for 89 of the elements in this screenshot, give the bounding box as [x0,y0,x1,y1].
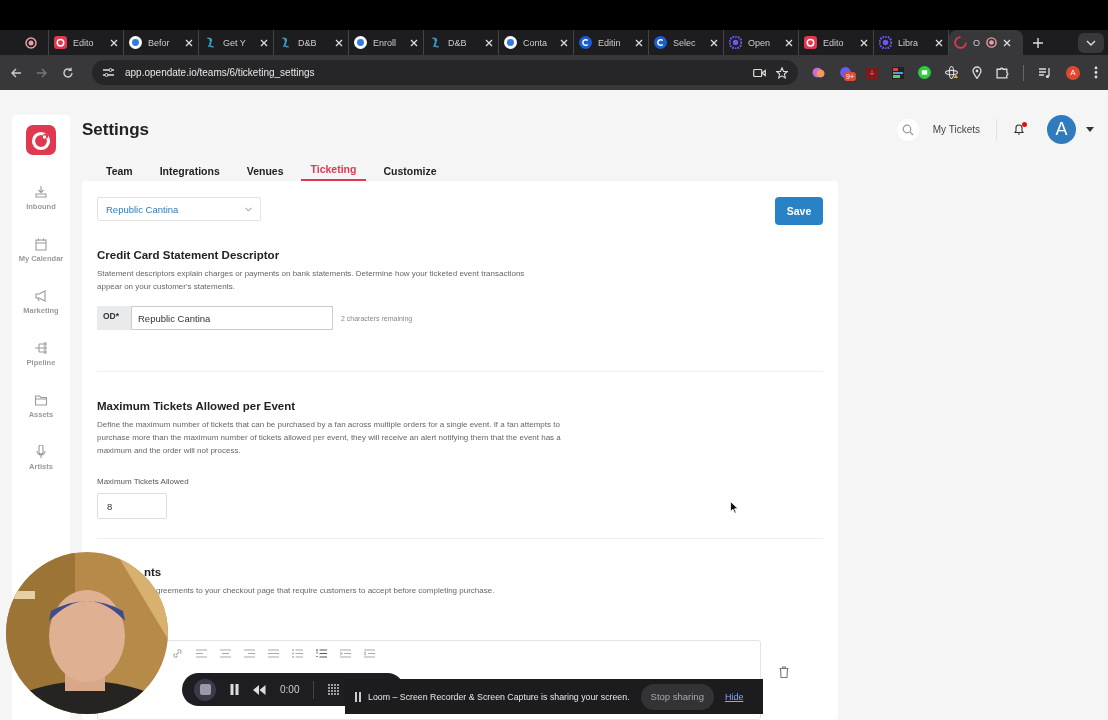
folder-icon [34,393,48,407]
extension-icon[interactable] [918,66,931,79]
c-circle-icon [579,36,592,49]
close-icon[interactable] [560,38,568,47]
camera-icon[interactable] [753,67,766,78]
pointer-icon [730,501,739,514]
settings-tab[interactable]: Venues [236,160,294,181]
new-tab-icon[interactable] [1033,37,1043,48]
max-tickets-field[interactable]: 8 [97,493,167,519]
grid-icon[interactable] [328,684,340,695]
section-description: greements to your checkout page that require customers to accept before completing purchase. [156,585,496,597]
stop-sharing-button[interactable]: Stop sharing [640,683,714,710]
url-text: app.opendate.io/teams/6/ticketing_settings [125,67,315,78]
tab-search-button[interactable] [1078,32,1104,53]
profile-avatar[interactable]: A [1066,65,1080,80]
reload-icon[interactable] [62,66,74,79]
my-tickets-link[interactable]: My Tickets [932,124,980,135]
field-label: Maximum Tickets Allowed [97,477,189,486]
field-prefix: OD* [97,306,131,330]
stop-button[interactable] [194,678,216,701]
close-icon[interactable] [935,38,943,47]
page-title: Settings [82,119,150,140]
close-icon[interactable] [185,38,193,47]
loading-icon [954,36,967,49]
music-list-icon[interactable] [1038,66,1052,79]
more-icon[interactable] [1094,66,1098,79]
pipeline-icon [34,341,48,355]
bell-icon [1013,123,1025,136]
c-circle-icon [654,36,667,49]
logo-icon [804,36,817,49]
section-description: Statement descriptors explain charges or payments on bank statements. Determine how your ticketed event transactions appear on your customer's statements. [97,268,526,293]
calendar-icon [34,237,48,251]
site-settings-icon[interactable] [102,67,115,78]
forward-icon[interactable] [36,66,48,79]
search-button[interactable] [896,118,919,141]
location-pin-icon[interactable] [972,66,982,79]
close-icon[interactable] [785,38,793,47]
save-button[interactable]: Save [775,197,823,225]
close-icon[interactable] [485,38,493,47]
globe-icon [504,36,517,49]
section-heading: nts [144,566,162,578]
puzzle-icon[interactable] [996,66,1009,79]
caret-icon[interactable] [1086,127,1094,132]
hide-link[interactable]: Hide [724,691,744,702]
pause-icon [355,691,361,702]
back-icon[interactable] [10,66,22,79]
chevron-down-icon [1086,39,1096,46]
globe-icon [129,36,142,49]
extension-icon[interactable] [812,66,825,79]
record-icon [25,36,37,49]
close-icon[interactable] [260,38,268,47]
close-icon[interactable] [860,38,868,47]
record-icon [986,37,997,48]
section-description: Define the maximum number of tickets that can be purchased by a fan across multiple orders for a single event. If a fan attempts to purchase more than the maximum number of tickets allowed per event, they will receive an alert notifying them that the event has a maximum and the order will not process. [97,419,562,457]
sharing-message: Loom – Screen Recorder & Screen Capture is sharing your screen. [368,691,630,702]
settings-tab[interactable]: Integrations [149,160,230,181]
chevron-down-icon [245,206,252,212]
mic-icon [34,445,48,459]
venue-select[interactable]: Republic Cantina [97,197,261,221]
inbound-icon [34,185,48,199]
settings-tab[interactable]: Customize [373,160,447,181]
address-bar[interactable]: app.opendate.io/teams/6/ticketing_settings [92,60,798,85]
numbered-list-icon[interactable] [316,649,327,658]
star-icon[interactable] [776,66,788,79]
close-icon[interactable] [110,38,118,47]
section-heading: Maximum Tickets Allowed per Event [97,400,296,412]
rewind-icon[interactable] [253,684,266,695]
recording-time: 0:00 [280,684,300,695]
extension-icon[interactable] [892,66,904,79]
close-icon[interactable] [1003,38,1011,47]
close-icon[interactable] [410,38,418,47]
flower-icon [879,36,892,49]
logo-icon[interactable] [26,125,56,155]
flower-icon [729,36,742,49]
close-icon[interactable] [635,38,643,47]
globe-icon [354,36,367,49]
pause-icon[interactable] [230,684,239,695]
search-icon [901,123,914,136]
browser-tab[interactable]: O [949,30,1023,55]
settings-tab[interactable]: Team [96,160,143,181]
close-icon[interactable] [710,38,718,47]
logo-icon [54,36,67,49]
notifications-button[interactable] [1013,123,1025,136]
close-icon[interactable] [335,38,343,47]
section-heading: Credit Card Statement Descriptor [97,249,280,261]
atom-icon[interactable] [945,66,958,79]
trash-icon[interactable] [779,666,789,678]
user-avatar[interactable]: A [1047,115,1076,144]
megaphone-icon [34,289,48,303]
